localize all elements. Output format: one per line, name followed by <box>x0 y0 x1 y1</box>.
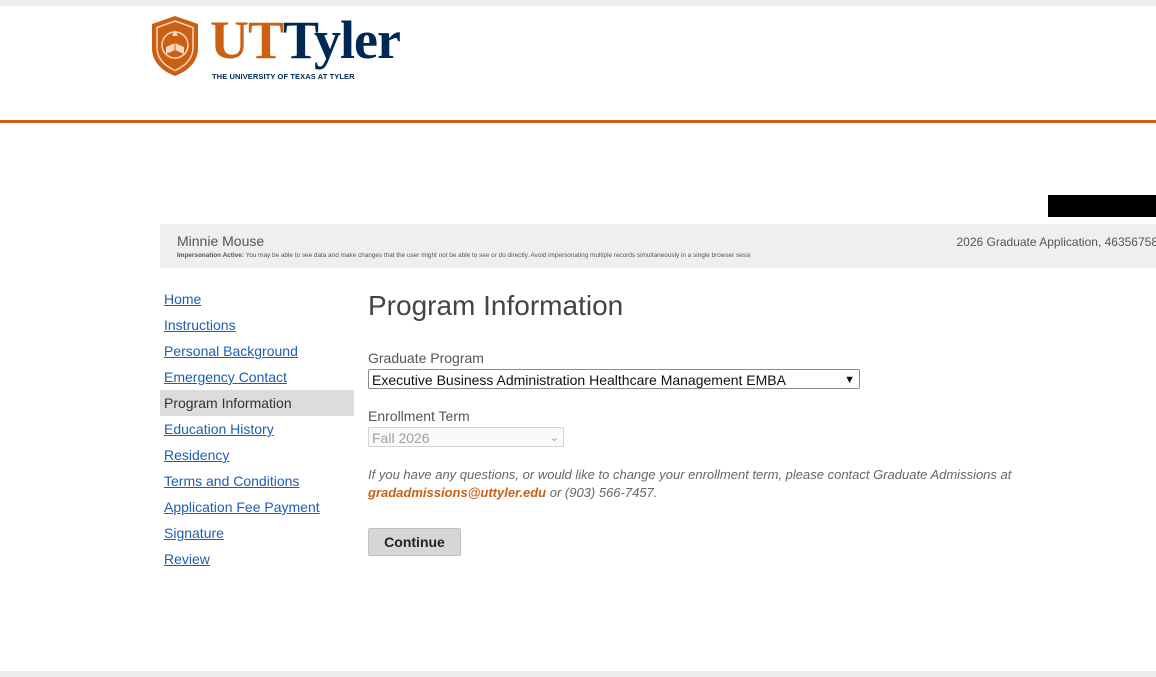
sidebar-item-emergency-contact[interactable]: Emergency Contact <box>160 364 354 390</box>
contact-note-phone: or (903) 566-7457. <box>546 485 658 500</box>
sidebar-item-instructions[interactable]: Instructions <box>160 312 354 338</box>
logo-tyler-text: Tyler <box>283 10 401 70</box>
page: UTTyler THE UNIVERSITY OF TEXAS AT TYLER… <box>0 6 1156 671</box>
sidebar-nav: Home Instructions Personal Background Em… <box>160 286 354 572</box>
sidebar-item-program-information: Program Information <box>160 390 354 416</box>
sidebar-item-signature[interactable]: Signature <box>160 520 354 546</box>
sidebar-item-residency[interactable]: Residency <box>160 442 354 468</box>
chevron-down-icon: ▼ <box>844 374 855 386</box>
admissions-email-link[interactable]: gradadmissions@uttyler.edu <box>368 485 546 500</box>
logo-ut-text: UT <box>210 10 284 70</box>
logo-tagline: THE UNIVERSITY OF TEXAS AT TYLER <box>212 72 355 81</box>
main-content: Program Information Graduate Program Exe… <box>368 286 1156 556</box>
redacted-block <box>1048 195 1156 217</box>
impersonation-label: Impersonation Active: <box>177 252 244 259</box>
enrollment-term-label: Enrollment Term <box>368 408 470 424</box>
user-name: Minnie Mouse <box>177 233 265 249</box>
logo-wordmark: UTTyler <box>210 8 401 72</box>
contact-note: If you have any questions, or would like… <box>368 466 1011 502</box>
enrollment-term-value: Fall 2026 <box>372 430 430 446</box>
graduate-program-label: Graduate Program <box>368 350 484 366</box>
chevron-down-icon: ⌄ <box>549 432 559 444</box>
continue-button[interactable]: Continue <box>368 528 461 556</box>
sidebar-item-home[interactable]: Home <box>160 286 354 312</box>
sidebar-item-terms-and-conditions[interactable]: Terms and Conditions <box>160 468 354 494</box>
ut-tyler-seal-icon <box>152 16 198 76</box>
impersonation-text: You may be able to see data and make cha… <box>245 252 751 259</box>
graduate-program-select[interactable]: Executive Business Administration Health… <box>368 369 860 389</box>
impersonation-notice: Impersonation Active: You may be able to… <box>177 252 751 259</box>
page-title: Program Information <box>368 290 624 321</box>
sidebar-item-application-fee-payment[interactable]: Application Fee Payment <box>160 494 354 520</box>
contact-note-line1: If you have any questions, or would like… <box>368 467 1012 482</box>
enrollment-term-select: Fall 2026 ⌄ <box>368 427 564 447</box>
user-info-bar: Minnie Mouse 2026 Graduate Application, … <box>160 224 1156 268</box>
graduate-program-value: Executive Business Administration Health… <box>372 372 786 388</box>
application-info: 2026 Graduate Application, 46356758 <box>956 235 1156 249</box>
sidebar-item-review[interactable]: Review <box>160 546 354 572</box>
sidebar-item-education-history[interactable]: Education History <box>160 416 354 442</box>
header-divider <box>0 120 1156 123</box>
sidebar-item-personal-background[interactable]: Personal Background <box>160 338 354 364</box>
